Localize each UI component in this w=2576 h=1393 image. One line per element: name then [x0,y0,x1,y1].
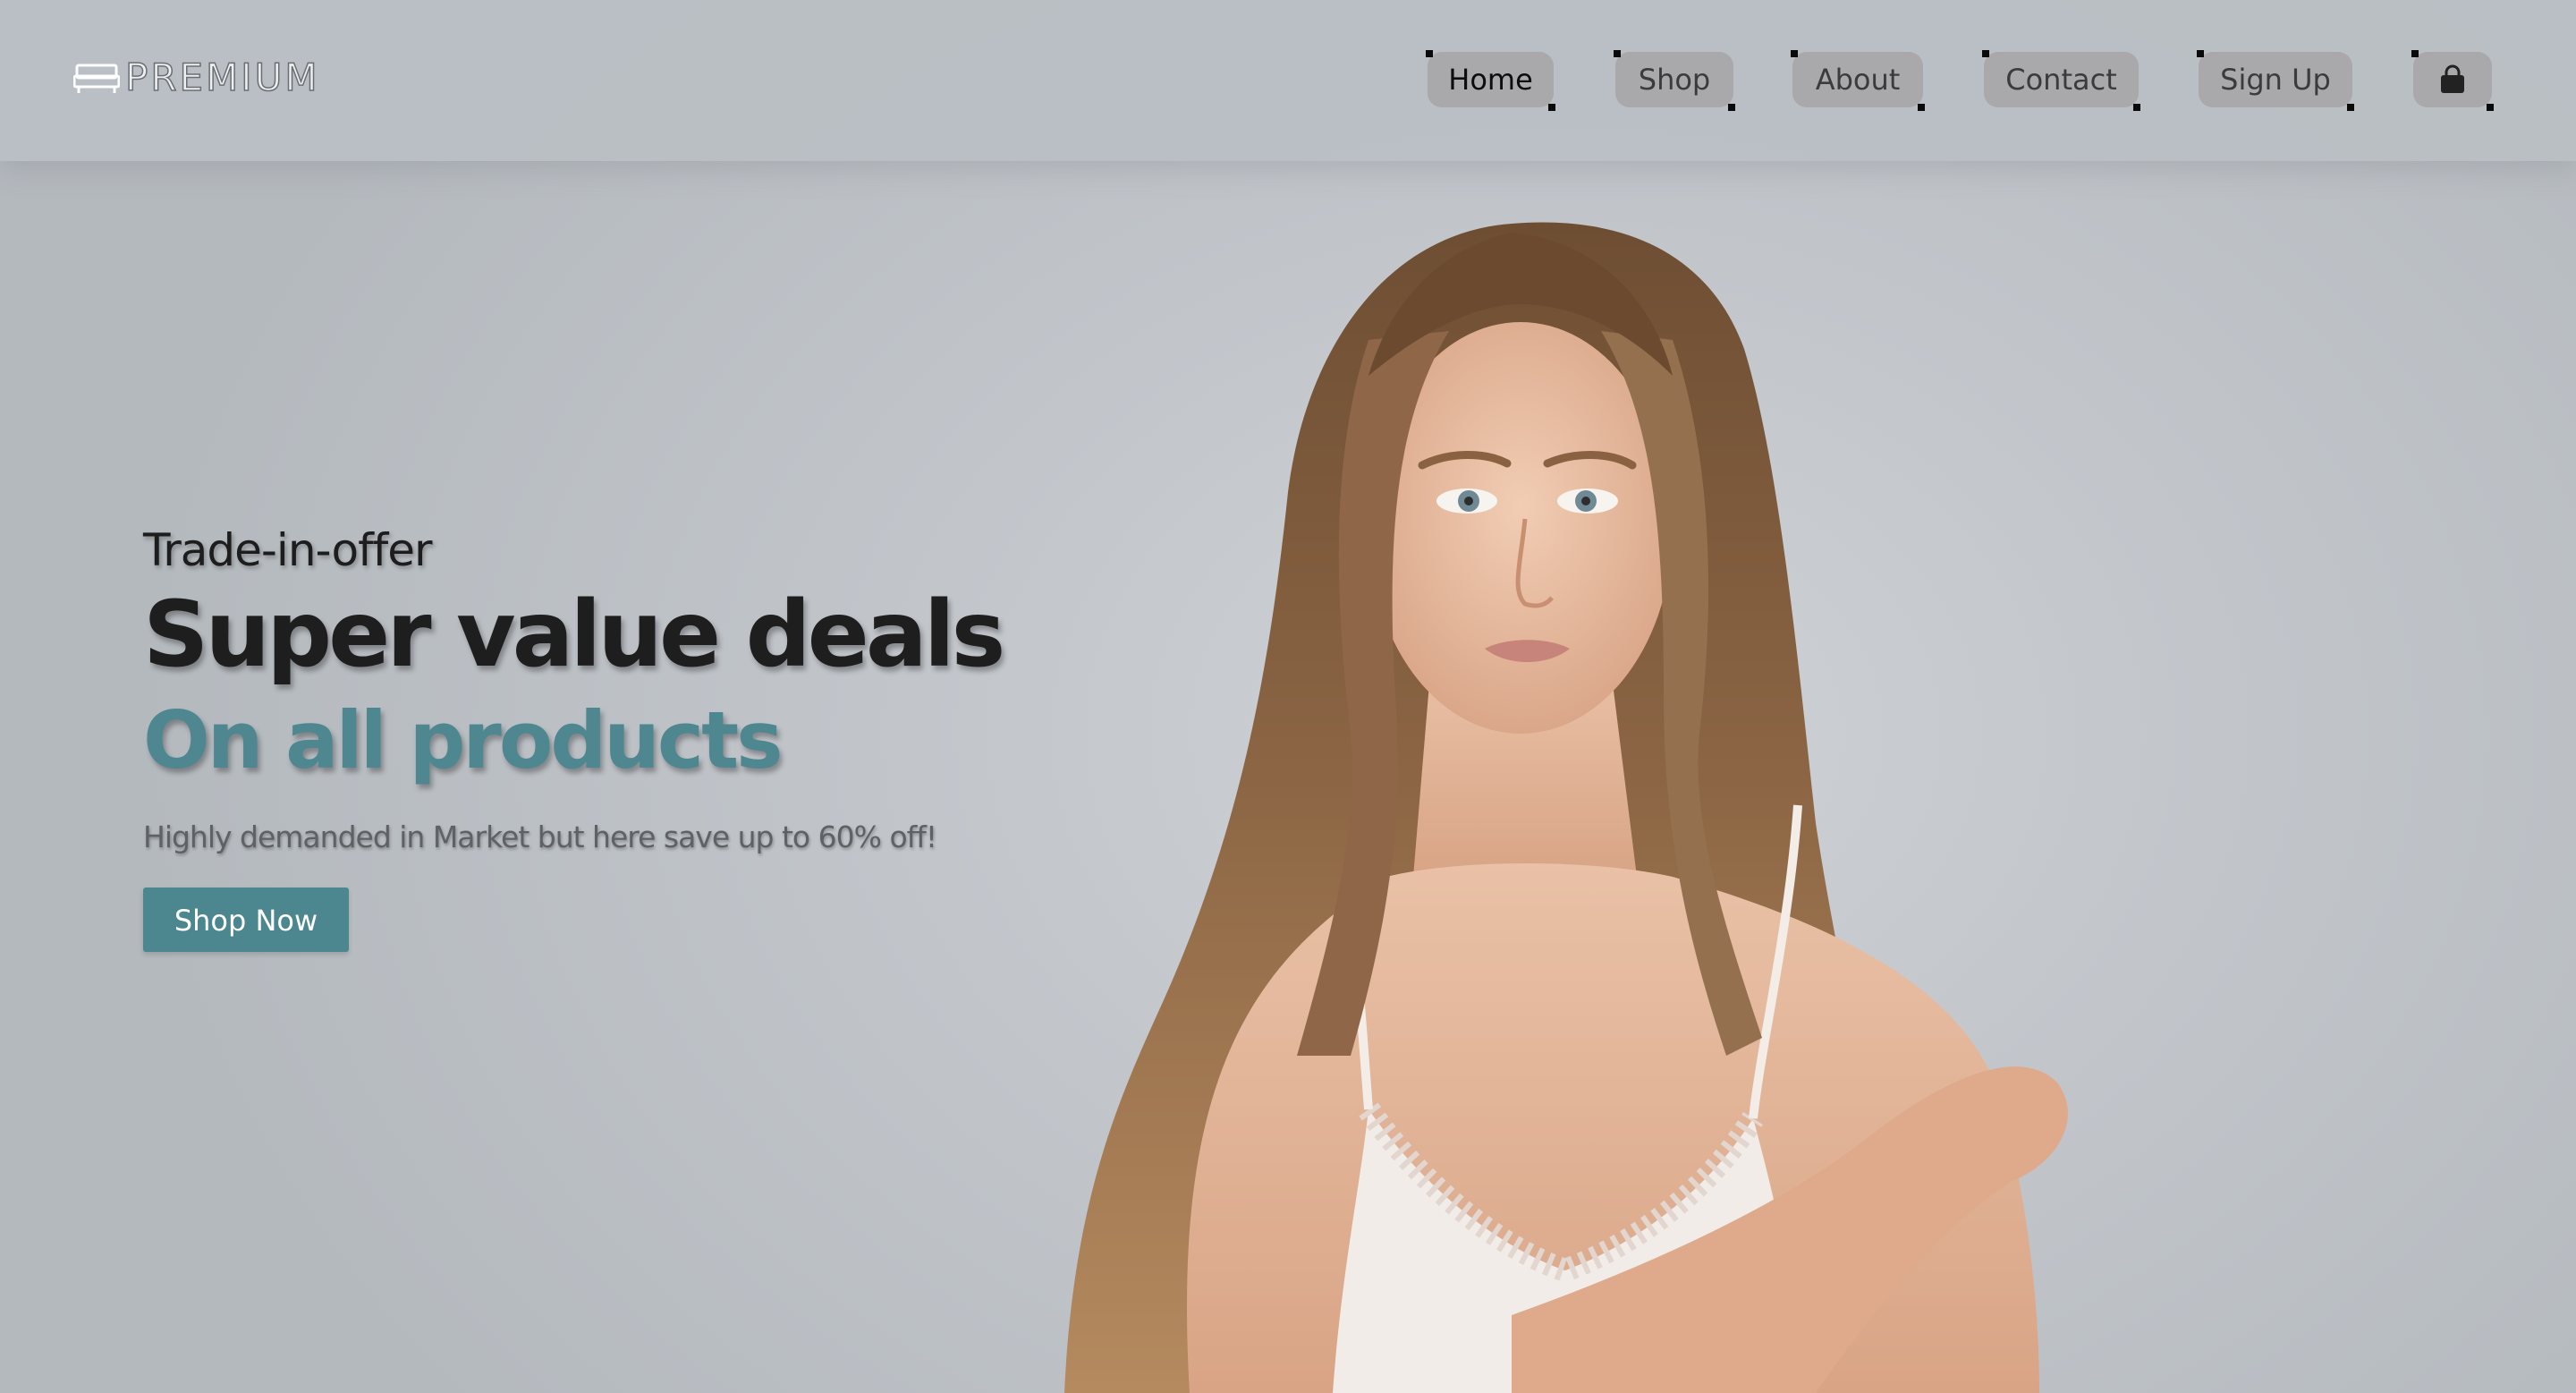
shopping-bag-icon [2437,64,2468,102]
corner-marker [2133,104,2140,111]
hero-subheadline: On all products [143,694,784,787]
hero-eyebrow: Trade-in-offer [143,524,433,576]
corner-marker [2487,104,2494,111]
nav-signup-link[interactable]: Sign Up [2197,50,2354,111]
corner-marker [1728,104,1735,111]
nav-home-label: Home [1448,63,1533,97]
nav-shop-label: Shop [1638,63,1711,97]
hero-tagline: Highly demanded in Market but here save … [143,819,937,854]
corner-marker [2347,104,2354,111]
hero-model-image [1064,222,2068,1393]
hero-headline: Super value deals [143,582,1005,688]
nav-contact-label: Contact [2005,63,2117,97]
corner-marker [1918,104,1925,111]
nav-home-link[interactable]: Home [1426,50,1555,111]
shop-now-button[interactable]: Shop Now [143,887,349,952]
corner-marker [1982,50,1989,57]
site-header: PREMIUM Home Shop About Contact Sign Up [0,0,2576,161]
corner-marker [1548,104,1555,111]
corner-marker [1791,50,1798,57]
hero-copy: Trade-in-offer Super value deals On all … [143,528,1127,952]
main-nav: Home Shop About Contact Sign Up [0,50,2576,111]
nav-contact-link[interactable]: Contact [1982,50,2140,111]
corner-marker [1614,50,1621,57]
nav-about-link[interactable]: About [1791,50,1925,111]
corner-marker [2411,50,2419,57]
nav-about-label: About [1815,63,1901,97]
corner-marker [1426,50,1433,57]
nav-shop-link[interactable]: Shop [1614,50,1735,111]
nav-signup-label: Sign Up [2220,63,2331,97]
cart-button[interactable] [2411,50,2494,111]
corner-marker [2197,50,2204,57]
